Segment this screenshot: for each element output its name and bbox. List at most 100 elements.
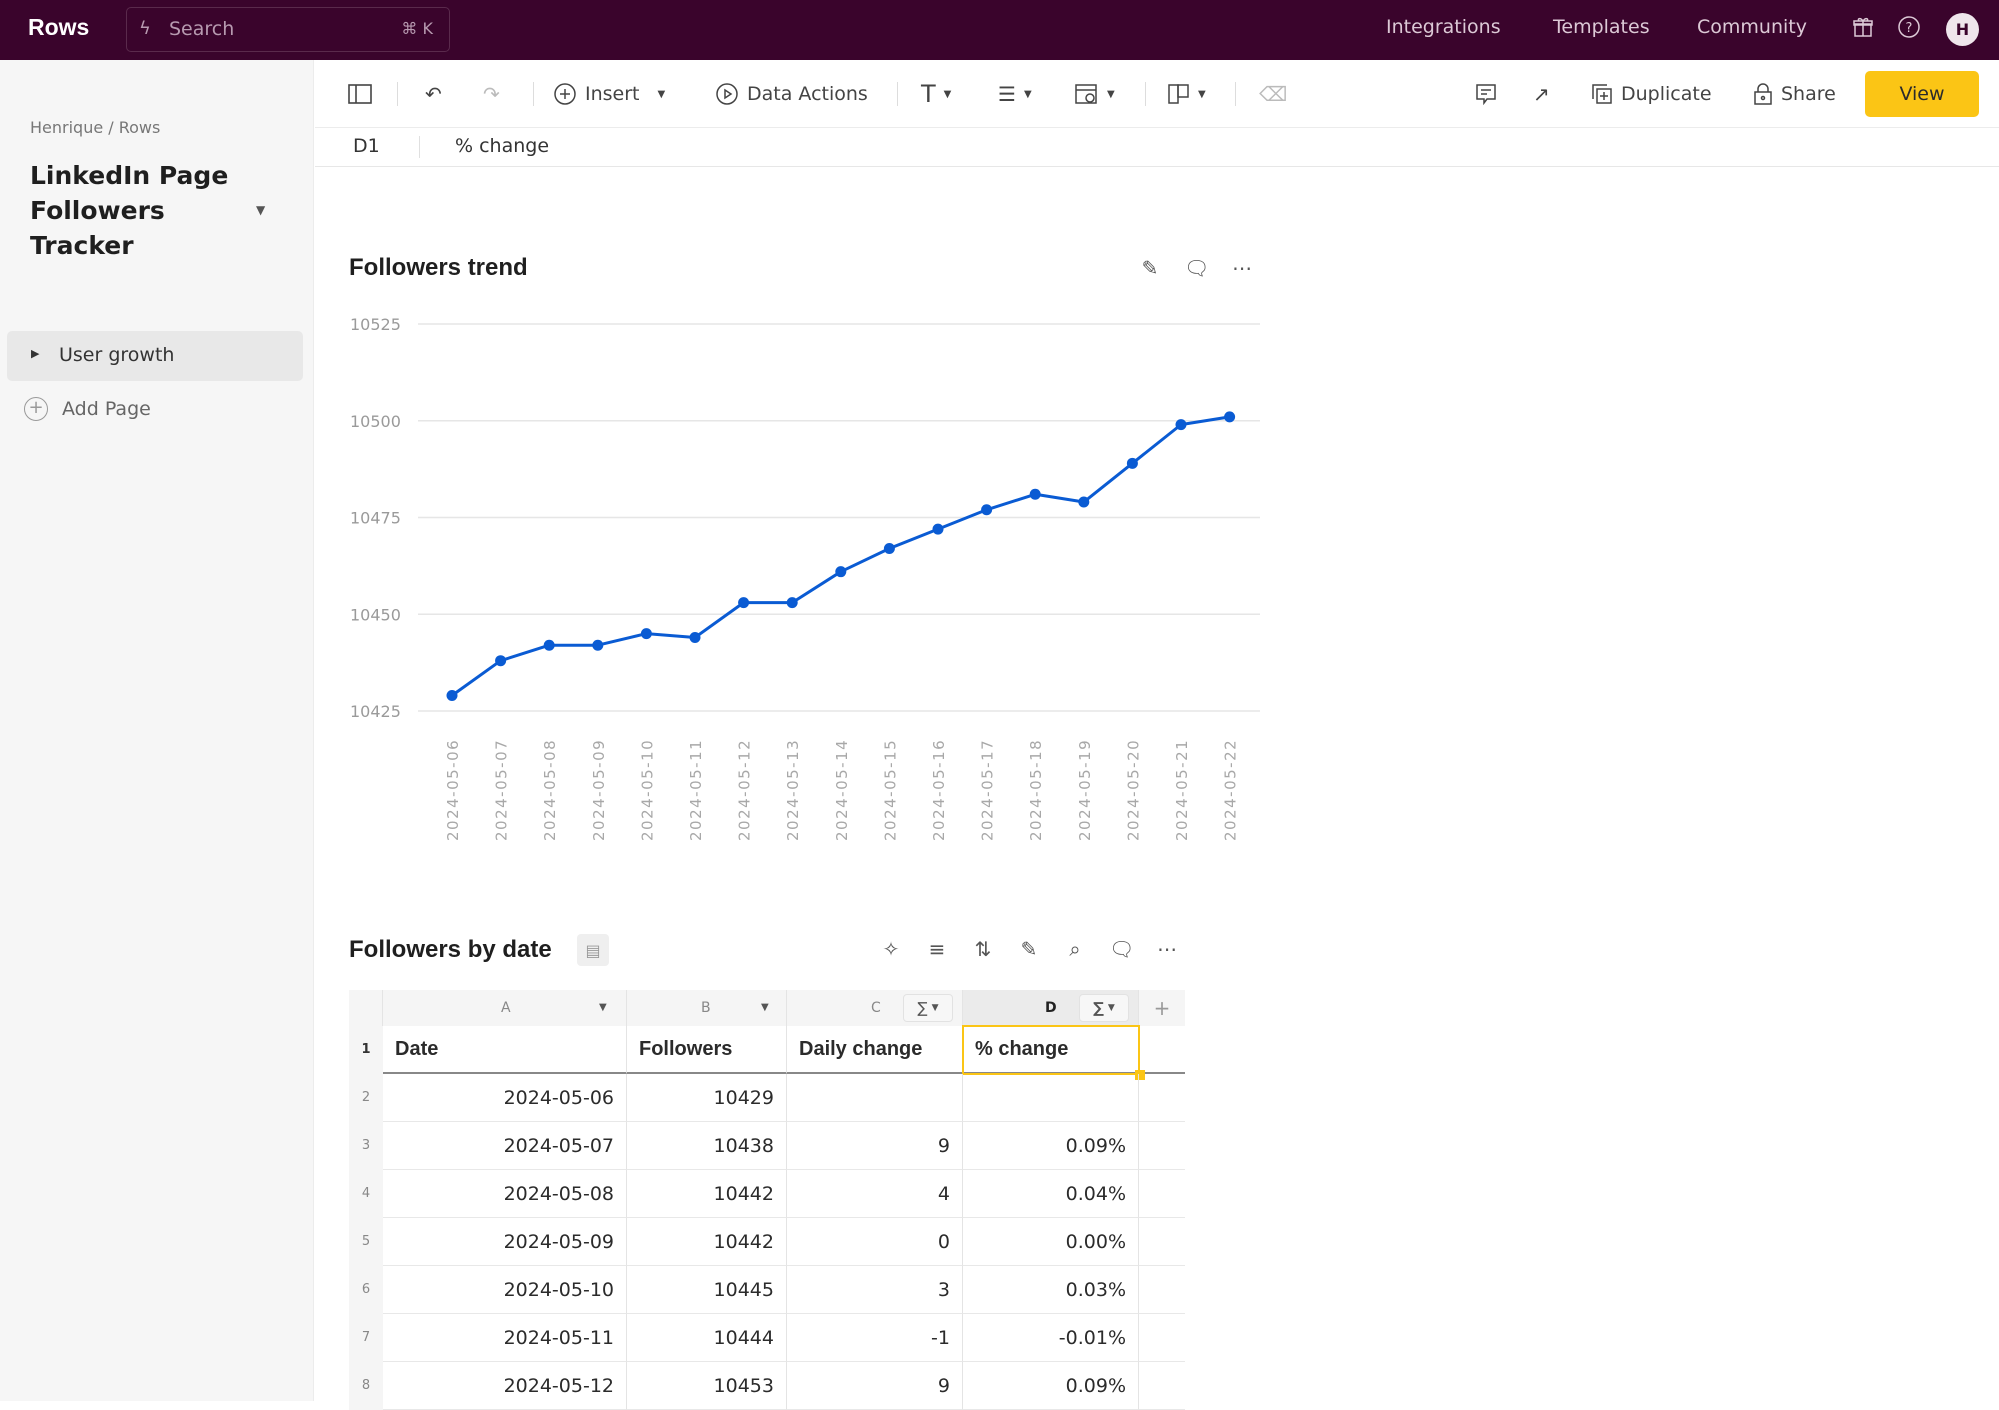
rows-logo[interactable]: Rows [28,14,89,41]
row-number[interactable]: 4 [349,1170,383,1218]
insert-button[interactable]: Insert ▼ [553,78,665,110]
empty-cell[interactable] [1139,1362,1185,1410]
data-actions-button[interactable]: Data Actions [715,78,868,110]
date-cell[interactable]: 2024-05-10 [383,1266,627,1314]
row-number[interactable]: 6 [349,1266,383,1314]
more-icon[interactable]: ⋯ [1155,937,1179,961]
daily-change-cell[interactable]: 4 [787,1170,963,1218]
followers-cell[interactable]: 10442 [627,1218,787,1266]
daily-change-cell[interactable]: 9 [787,1362,963,1410]
pct-change-cell[interactable]: -0.01% [963,1314,1139,1362]
pct-change-cell[interactable]: 0.09% [963,1362,1139,1410]
help-icon[interactable]: ? [1896,14,1922,40]
date-cell[interactable]: 2024-05-07 [383,1122,627,1170]
pct-change-cell[interactable]: 0.03% [963,1266,1139,1314]
more-icon[interactable]: ⋯ [1230,256,1254,280]
toggle-sidebar-button[interactable] [348,78,372,110]
date-cell[interactable]: 2024-05-06 [383,1074,627,1122]
undo-button[interactable]: ↶ [425,78,442,110]
pct-change-cell[interactable]: 0.04% [963,1170,1139,1218]
date-cell[interactable]: 2024-05-08 [383,1170,627,1218]
comments-button[interactable] [1475,78,1497,110]
column-header-c[interactable]: C ∑ ▼ [787,990,963,1026]
empty-cell[interactable] [1139,1266,1185,1314]
text-format-button[interactable]: T ▼ [921,78,951,110]
followers-cell[interactable]: 10429 [627,1074,787,1122]
nav-templates[interactable]: Templates [1553,16,1650,38]
search-icon[interactable]: ⌕ [1063,937,1087,961]
column-header-a[interactable]: A ▼ [383,990,627,1026]
caret-down-icon[interactable]: ▼ [256,203,265,217]
pct-change-cell[interactable]: 0.09% [963,1122,1139,1170]
nav-integrations[interactable]: Integrations [1386,16,1501,38]
document-title[interactable]: LinkedIn Page Followers Tracker [30,158,250,263]
cell-reference[interactable]: D1 [353,135,380,157]
sidebar-page-user-growth[interactable]: ▶ User growth [7,331,303,381]
pct-change-cell[interactable]: 0.00% [963,1218,1139,1266]
daily-change-cell[interactable]: 3 [787,1266,963,1314]
sparkle-ai-icon[interactable]: ✧ [879,937,903,961]
empty-cell[interactable] [1139,1170,1185,1218]
caret-down-icon[interactable]: ▼ [761,1002,769,1013]
view-button[interactable]: View [1865,71,1979,117]
cell-style-button[interactable]: ▼ [1075,78,1115,110]
user-avatar[interactable]: H [1946,13,1979,46]
gift-icon[interactable] [1850,14,1876,40]
followers-cell[interactable]: 10444 [627,1314,787,1362]
row-number[interactable]: 3 [349,1122,383,1170]
comment-icon[interactable]: 🗨 [1184,256,1209,280]
nav-community[interactable]: Community [1697,16,1807,38]
column-header-d[interactable]: D ∑ ▼ [963,990,1139,1026]
row-number[interactable]: 7 [349,1314,383,1362]
number-format-button[interactable]: ▼ [1168,78,1206,110]
daily-change-cell[interactable]: 0 [787,1218,963,1266]
empty-cell[interactable] [1139,1074,1185,1122]
empty-cell[interactable] [1139,1218,1185,1266]
followers-cell[interactable]: 10453 [627,1362,787,1410]
breadcrumb[interactable]: Henrique / Rows [30,118,160,137]
row-number[interactable]: 8 [349,1362,383,1410]
followers-cell[interactable]: 10442 [627,1170,787,1218]
duplicate-button[interactable]: Duplicate [1591,78,1712,110]
followers-cell[interactable]: 10445 [627,1266,787,1314]
header-cell-followers[interactable]: Followers [627,1026,787,1074]
edit-icon[interactable]: ✎ [1017,937,1041,961]
add-page-button[interactable]: + Add Page [24,390,224,430]
daily-change-cell[interactable]: 9 [787,1122,963,1170]
daily-change-cell[interactable] [787,1074,963,1122]
caret-right-icon[interactable]: ▶ [31,347,39,360]
row-number[interactable]: 2 [349,1074,383,1122]
caret-down-icon[interactable]: ▼ [599,1002,607,1013]
redo-button[interactable]: ↷ [483,78,500,110]
followers-cell[interactable]: 10438 [627,1122,787,1170]
row-number[interactable]: 5 [349,1218,383,1266]
column-header-b[interactable]: B ▼ [627,990,787,1026]
aggregate-button[interactable]: ∑ ▼ [1079,994,1129,1022]
pct-change-cell[interactable] [963,1074,1139,1122]
row-number[interactable]: 1 [349,1026,383,1074]
aggregate-button[interactable]: ∑ ▼ [903,994,953,1022]
add-column-button[interactable]: + [1139,990,1185,1026]
filter-icon[interactable]: ≡ [925,937,949,961]
edit-icon[interactable]: ✎ [1138,256,1162,280]
analytics-button[interactable]: ↗ [1533,78,1550,110]
table-view-icon[interactable]: ▤ [577,934,609,966]
align-button[interactable]: ☰ ▼ [998,78,1032,110]
empty-cell[interactable] [1139,1314,1185,1362]
comment-icon[interactable]: 🗨 [1109,937,1134,961]
empty-cell[interactable] [1139,1122,1185,1170]
date-cell[interactable]: 2024-05-12 [383,1362,627,1410]
search-input[interactable]: ϟ Search ⌘ K [126,7,450,52]
share-button[interactable]: Share [1753,78,1836,110]
header-cell-daily-change[interactable]: Daily change [787,1026,963,1074]
corner-cell[interactable] [349,990,383,1026]
clear-format-button[interactable]: ⌫ [1259,78,1287,110]
empty-cell[interactable] [1139,1026,1185,1074]
date-cell[interactable]: 2024-05-11 [383,1314,627,1362]
sort-icon[interactable]: ⇅ [971,937,995,961]
header-cell-date[interactable]: Date [383,1026,627,1074]
formula-input[interactable]: % change [455,135,549,157]
page-label: User growth [59,344,175,366]
date-cell[interactable]: 2024-05-09 [383,1218,627,1266]
daily-change-cell[interactable]: -1 [787,1314,963,1362]
